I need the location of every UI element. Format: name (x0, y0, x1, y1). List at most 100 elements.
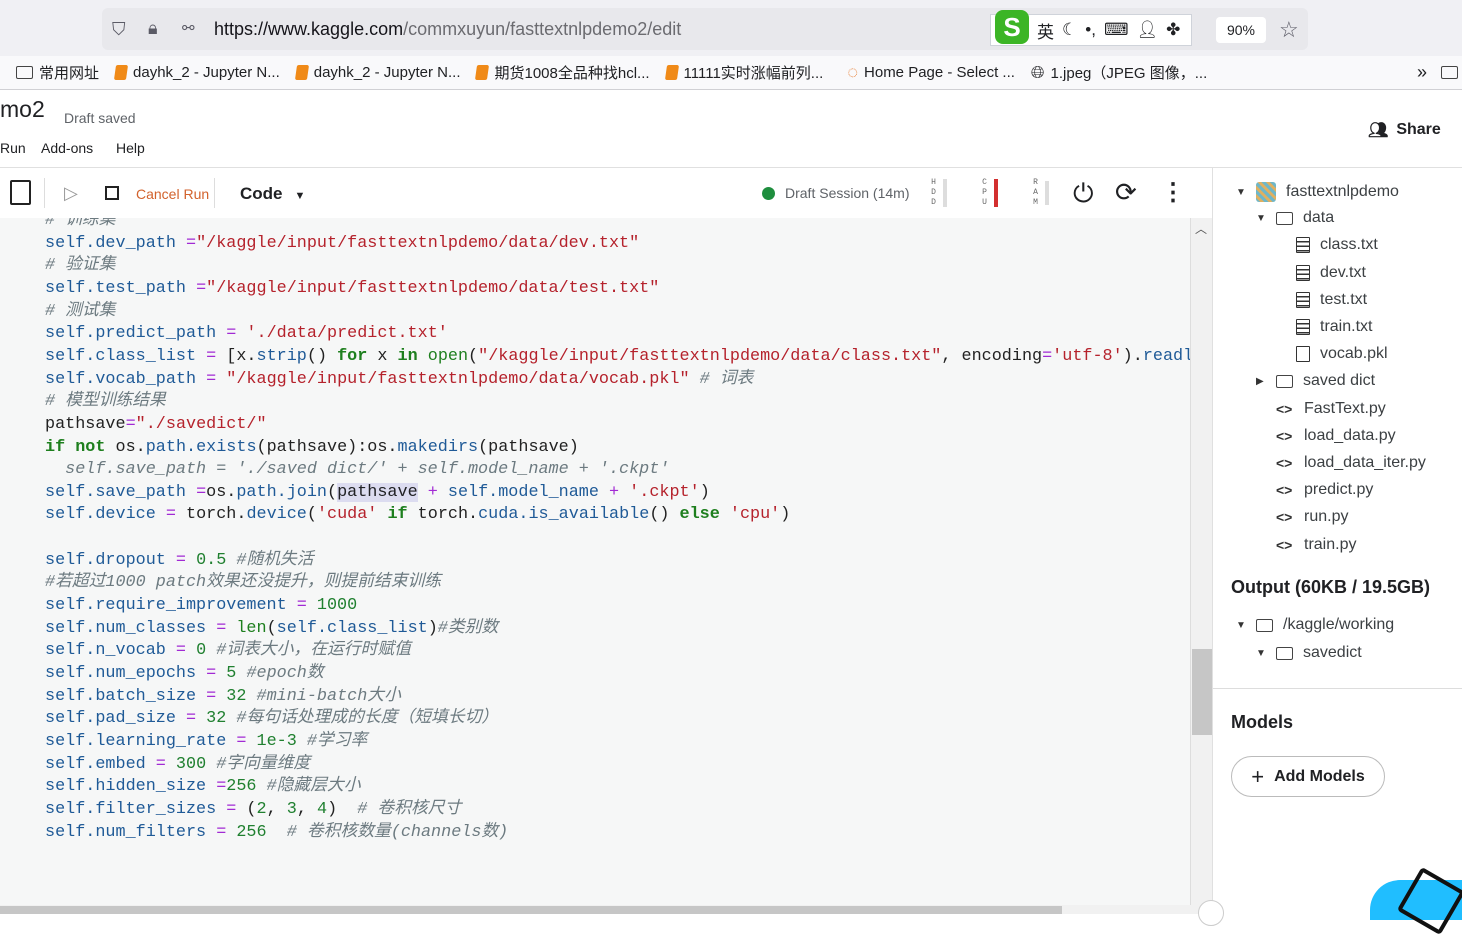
tree-item[interactable]: vocab.pkl (1296, 345, 1388, 363)
tree-item[interactable]: <> run.py (1276, 508, 1348, 526)
tree-item[interactable]: <> train.py (1276, 536, 1356, 554)
star-icon[interactable]: ☆ (1279, 17, 1299, 43)
code-line[interactable]: # 测试集 (45, 301, 116, 323)
code-line[interactable]: self.save_path = './saved dict/' + self.… (45, 459, 669, 481)
code-line[interactable]: self.test_path ="/kaggle/input/fasttextn… (45, 278, 659, 300)
folder-icon[interactable] (1441, 66, 1458, 79)
more-options-icon[interactable]: ⋮ (1161, 178, 1185, 207)
meter-hdd[interactable]: HDD (930, 178, 947, 208)
menu-addons[interactable]: Add-ons (41, 140, 93, 156)
bookmark[interactable]: ◌ Home Page - Select ... (847, 62, 1015, 83)
clipboard-icon[interactable] (10, 180, 31, 205)
tree-item[interactable]: dev.txt (1296, 264, 1366, 282)
caret-down-icon[interactable]: ▼ (1236, 187, 1246, 198)
meter-cpu[interactable]: CPU (981, 178, 998, 208)
tree-item[interactable]: ▶ saved dict (1256, 372, 1375, 390)
caret-down-icon[interactable]: ▼ (1236, 620, 1246, 631)
scrollbar-thumb[interactable] (0, 906, 1062, 914)
moon-icon[interactable]: ☾ (1062, 20, 1077, 40)
tree-item[interactable]: <> FastText.py (1276, 400, 1386, 418)
add-models-button[interactable]: + Add Models (1231, 756, 1385, 797)
shield-icon[interactable]: ⛉ (112, 19, 126, 40)
caret-down-icon[interactable]: ▼ (1256, 213, 1266, 224)
collapse-panel-button[interactable] (1198, 900, 1224, 926)
more-bookmarks-icon[interactable]: » (1417, 62, 1427, 83)
bookmark[interactable]: 期货1008全品种找hcl... (475, 62, 650, 83)
code-token: self.embed (45, 754, 156, 774)
bookmark[interactable]: 🌐︎ 1.jpeg（JPEG 图像，... (1031, 62, 1207, 83)
scrollbar-thumb[interactable] (1192, 649, 1212, 735)
bookmark[interactable]: 常用网址 (16, 62, 99, 83)
tree-item[interactable]: class.txt (1296, 236, 1378, 254)
code-line[interactable]: # 验证集 (45, 255, 116, 277)
cancel-run-button[interactable]: Cancel Run (136, 186, 209, 202)
folder-icon (1256, 618, 1273, 632)
code-token: = (226, 324, 237, 344)
code-line[interactable]: self.save_path =os.path.join(pathsave + … (45, 482, 710, 504)
scroll-up-icon[interactable]: ︿ (1195, 220, 1207, 237)
code-line[interactable]: self.hidden_size =256 #隐藏层大小 (45, 776, 361, 798)
code-line[interactable]: self.num_classes = len(self.class_list)#… (45, 618, 498, 640)
tree-item[interactable]: <> load_data_iter.py (1276, 454, 1426, 472)
code-line[interactable]: self.vocab_path = "/kaggle/input/fasttex… (45, 369, 753, 391)
code-line[interactable]: self.class_list = [x.strip() for x in op… (45, 346, 1190, 368)
user-icon[interactable]: 👤︎ (1136, 20, 1158, 40)
code-line[interactable]: self.learning_rate = 1e-3 #学习率 (45, 731, 367, 753)
code-line[interactable]: self.pad_size = 32 #每句话处理成的长度（短填长切） (45, 708, 498, 730)
bookmark[interactable]: dayhk_2 - Jupyter N... (113, 64, 280, 81)
tree-item[interactable]: ▼ /kaggle/working (1236, 616, 1394, 634)
tree-item[interactable]: ▼ data (1256, 209, 1334, 227)
permissions-icon[interactable]: ⚯ (182, 19, 195, 37)
cell-type-select[interactable]: Code ▼ (240, 184, 305, 204)
tree-item[interactable]: <> load_data.py (1276, 427, 1396, 445)
session-status[interactable]: Draft Session (14m) (762, 185, 909, 201)
code-line[interactable]: self.device = torch.device('cuda' if tor… (45, 504, 790, 526)
code-line[interactable]: pathsave="./savedict/" (45, 414, 267, 436)
restart-icon[interactable]: ⟳ (1115, 177, 1137, 208)
code-line[interactable]: #若超过1000 patch效果还没提升，则提前结束训练 (45, 572, 441, 594)
vertical-scrollbar[interactable] (1190, 218, 1212, 905)
stop-icon[interactable] (105, 186, 119, 200)
run-icon[interactable]: ▷ (64, 183, 78, 204)
code-line[interactable]: self.dev_path ="/kaggle/input/fasttextnl… (45, 233, 639, 255)
code-line[interactable]: self.batch_size = 32 #mini-batch大小 (45, 686, 401, 708)
code-line[interactable]: # 训练集 (45, 218, 116, 232)
code-token: "./savedict/" (135, 414, 267, 434)
tree-item[interactable]: train.txt (1296, 318, 1372, 336)
keyboard-icon[interactable]: ⌨ (1104, 20, 1129, 40)
code-line[interactable]: self.filter_sizes = (2, 3, 4) # 卷积核尺寸 (45, 799, 461, 821)
meter-ram[interactable]: RAM (1032, 178, 1049, 208)
code-line[interactable]: if not os.path.exists(pathsave):os.maked… (45, 437, 579, 459)
code-line[interactable]: # 模型训练结果 (45, 391, 166, 413)
bookmark[interactable]: dayhk_2 - Jupyter N... (294, 64, 460, 81)
code-line[interactable]: self.n_vocab = 0 #词表大小，在运行时赋值 (45, 640, 411, 662)
zoom-level[interactable]: 90% (1216, 17, 1266, 43)
code-token: 256 (226, 777, 257, 797)
code-line[interactable]: self.num_epochs = 5 #epoch数 (45, 663, 324, 685)
code-line[interactable]: self.embed = 300 #字向量维度 (45, 754, 310, 776)
bookmark[interactable]: 11111实时涨幅前列... (664, 62, 823, 83)
url-text[interactable]: https://www.kaggle.com/commxuyun/fasttex… (214, 19, 681, 40)
tree-item[interactable]: test.txt (1296, 291, 1367, 309)
caret-right-icon[interactable]: ▶ (1256, 376, 1266, 387)
code-token: = (216, 777, 227, 797)
menu-help[interactable]: Help (116, 140, 145, 156)
ime-lang[interactable]: 英 (1037, 18, 1054, 43)
notebook-title[interactable]: mo2 (0, 96, 45, 123)
caret-down-icon[interactable]: ▼ (1256, 648, 1266, 659)
code-line[interactable]: self.require_improvement = 1000 (45, 595, 357, 617)
tree-item[interactable]: ▼ fasttextnlpdemo (1236, 182, 1399, 202)
code-line[interactable]: self.predict_path = './data/predict.txt' (45, 323, 448, 345)
tree-item[interactable]: ▼ savedict (1256, 644, 1362, 662)
code-line[interactable]: self.dropout = 0.5 #随机失活 (45, 550, 314, 572)
punct-icon[interactable]: •, (1085, 20, 1096, 40)
ime-toolbar[interactable]: S 英 ☾ •, ⌨ 👤︎ ✤ (990, 10, 1192, 46)
lock-icon[interactable]: 🔒︎ (148, 18, 158, 39)
power-icon[interactable]: ⏻ (1073, 178, 1094, 210)
share-button[interactable]: 👥︎ Share (1368, 120, 1441, 140)
menu-run[interactable]: Run (0, 140, 26, 156)
apps-icon[interactable]: ✤ (1166, 20, 1180, 40)
code-line[interactable]: self.num_filters = 256 # 卷积核数量(channels数… (45, 822, 508, 844)
tree-item[interactable]: <> predict.py (1276, 481, 1373, 499)
code-editor[interactable]: # 训练集 self.dev_path ="/kaggle/input/fastt… (0, 218, 1190, 905)
